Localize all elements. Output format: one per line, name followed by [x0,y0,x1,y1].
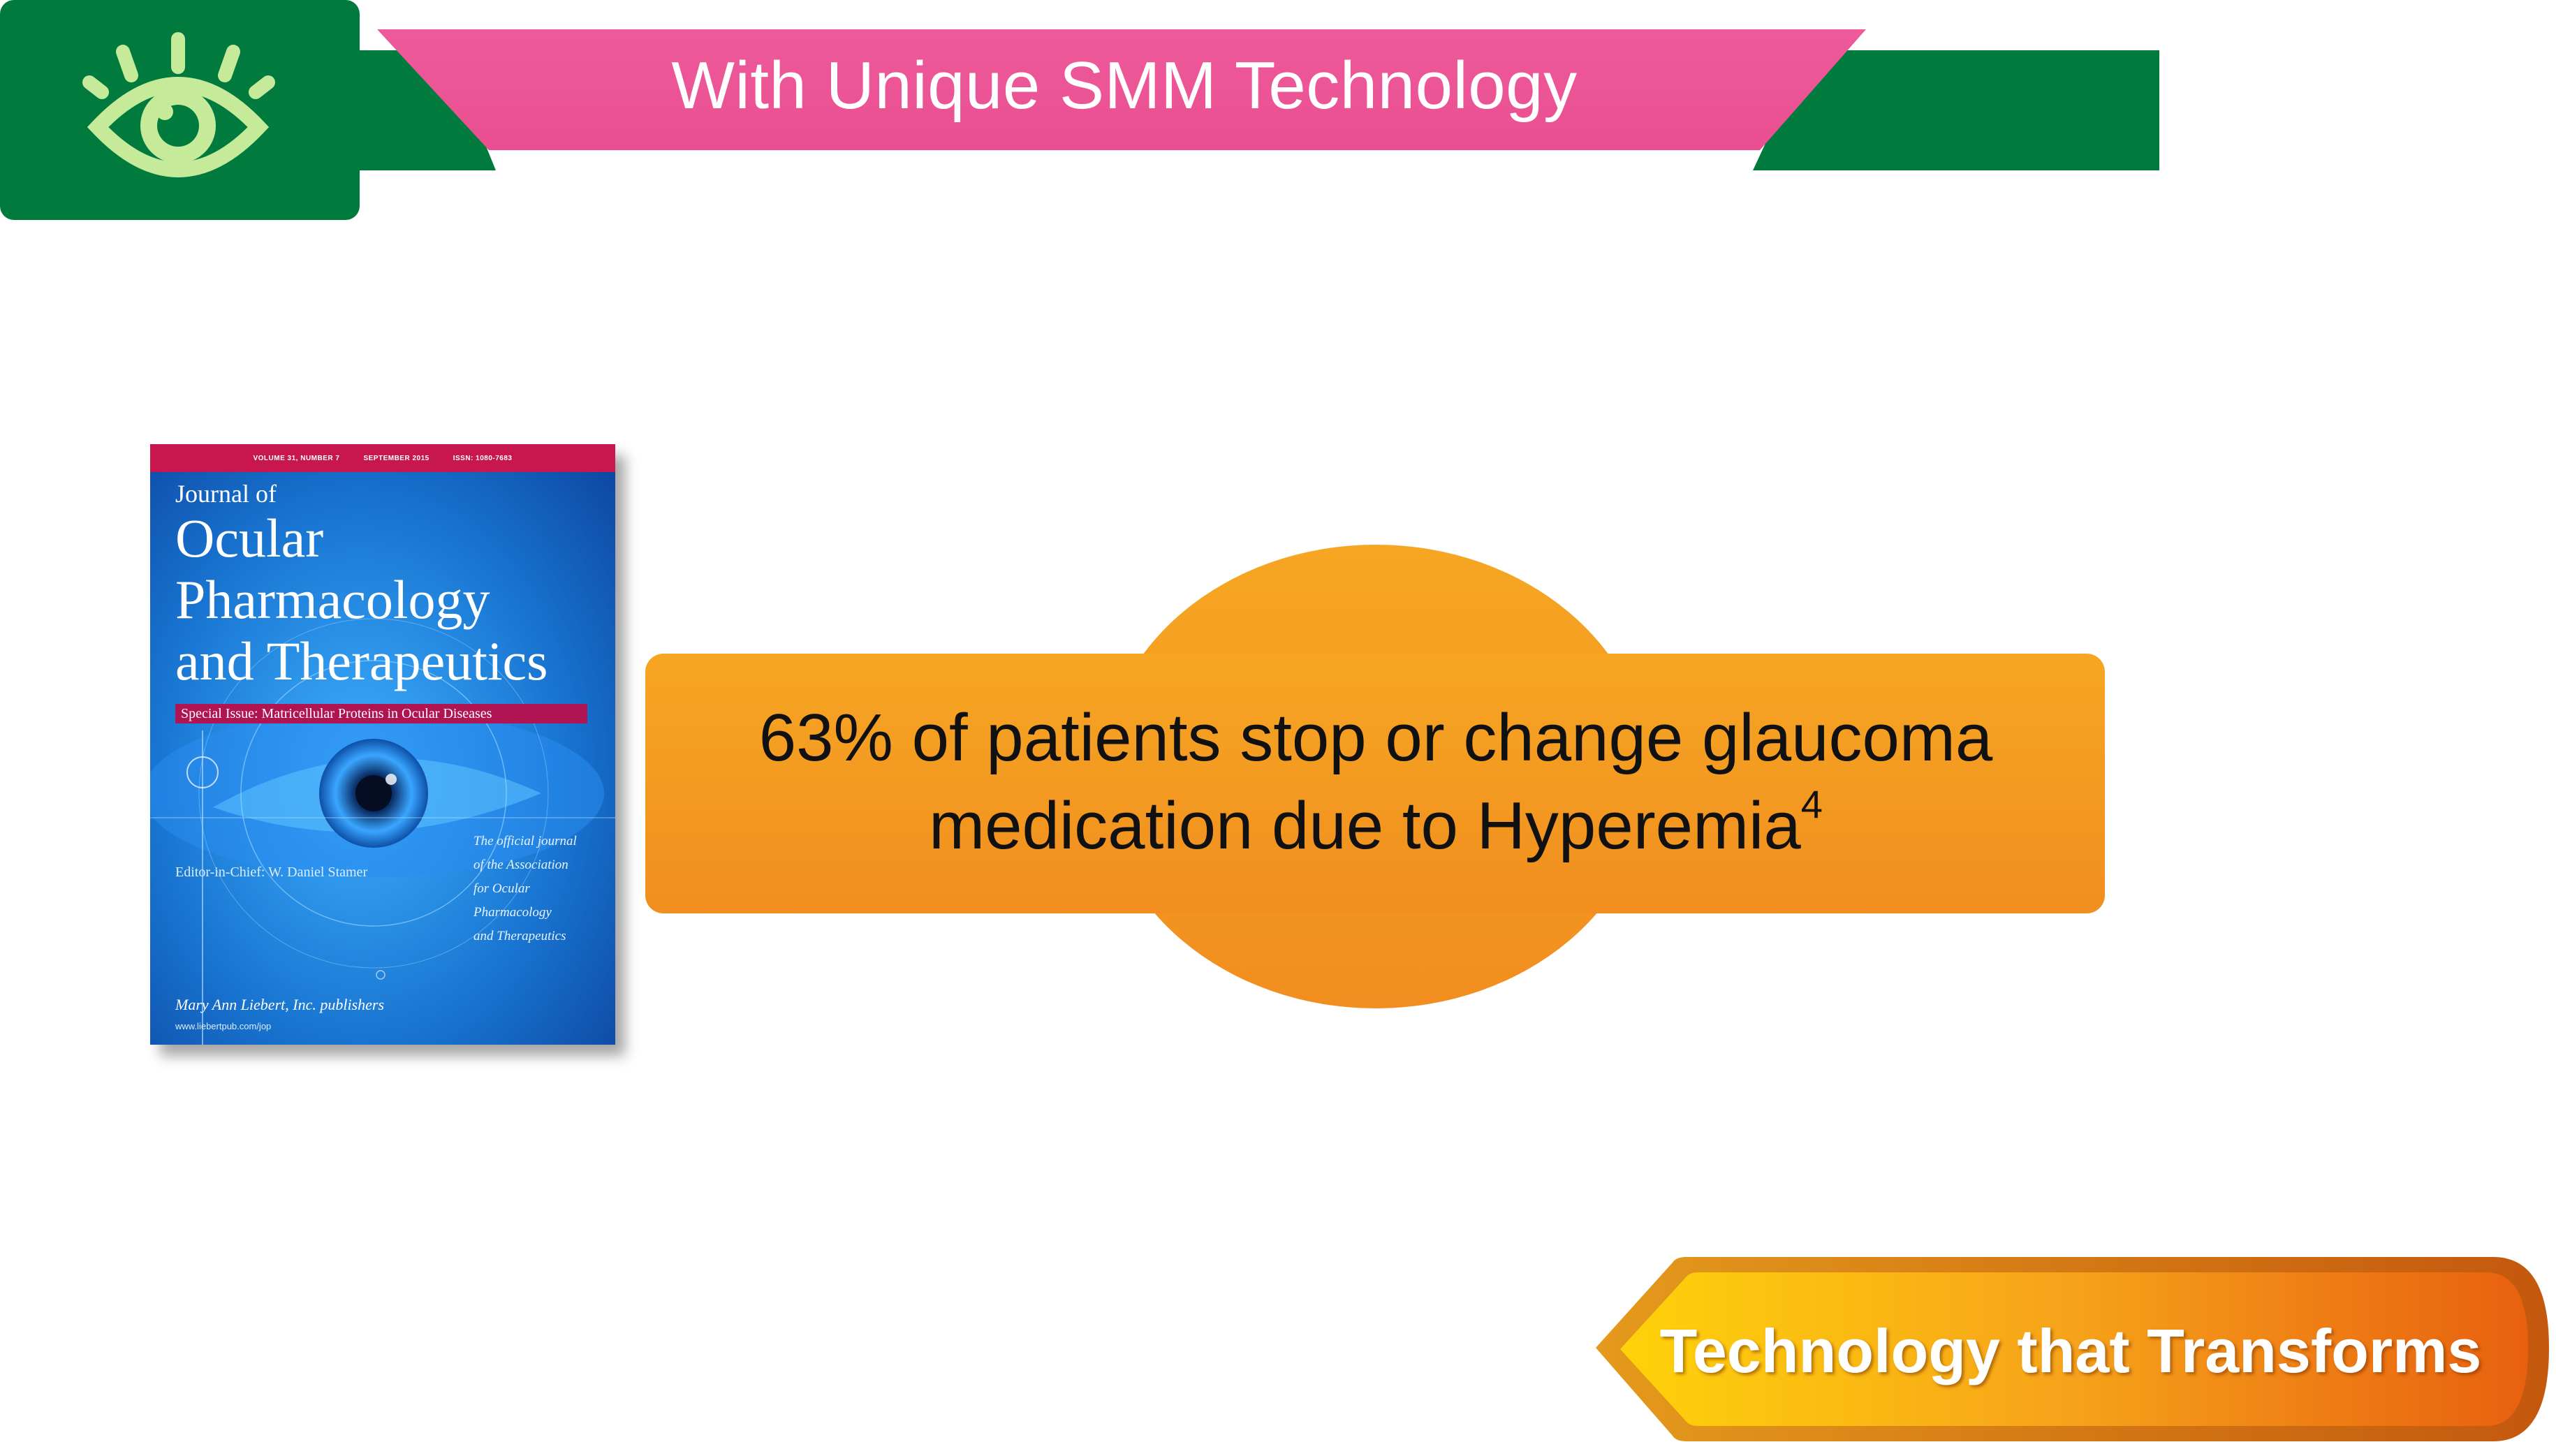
cover-volume: VOLUME 31, NUMBER 7 [253,454,340,462]
cover-title-line2: Ocular [175,508,324,568]
cover-meta: VOLUME 31, NUMBER 7 SEPTEMBER 2015 ISSN:… [150,444,615,472]
cover-official-line: Pharmacology [473,905,552,920]
footnote-reference: 4 [1800,782,1823,826]
journal-cover: VOLUME 31, NUMBER 7 SEPTEMBER 2015 ISSN:… [150,444,615,1045]
callout-line1: 63% of patients stop or change glaucoma [758,700,1993,775]
cover-editor: Editor-in-Chief: W. Daniel Stamer [175,865,368,880]
callout-line2: medication due to Hyperemia4 [929,782,1823,870]
cover-official-journal: The official journal of the Association … [473,830,577,948]
slide: With Unique SMM Technology VOLUME 31, NU… [0,0,2556,1456]
cover-special-issue: Special Issue: Matricellular Proteins in… [175,704,587,723]
cover-url: www.liebertpub.com/jop [175,1021,272,1031]
cover-issn: ISSN: 1080-7683 [453,454,513,462]
cover-official-line: and Therapeutics [473,929,566,943]
cover-official-line: for Ocular [473,881,530,896]
cover-official-line: of the Association [473,858,568,872]
footer-tagline: Technology that Transforms [1659,1316,2482,1385]
cover-date: SEPTEMBER 2015 [363,454,429,462]
banner-title: With Unique SMM Technology [671,48,1578,123]
statistic-callout: 63% of patients stop or change glaucoma … [646,670,2106,894]
cover-title-line3: Pharmacology [175,569,490,630]
cover-title-line4: and Therapeutics [175,631,548,691]
cover-official-line: The official journal [473,834,577,848]
cover-title-line1: Journal of [175,480,277,508]
cover-publisher: Mary Ann Liebert, Inc. publishers [175,996,385,1013]
callout-line2-text: medication due to Hyperemia [929,788,1801,863]
